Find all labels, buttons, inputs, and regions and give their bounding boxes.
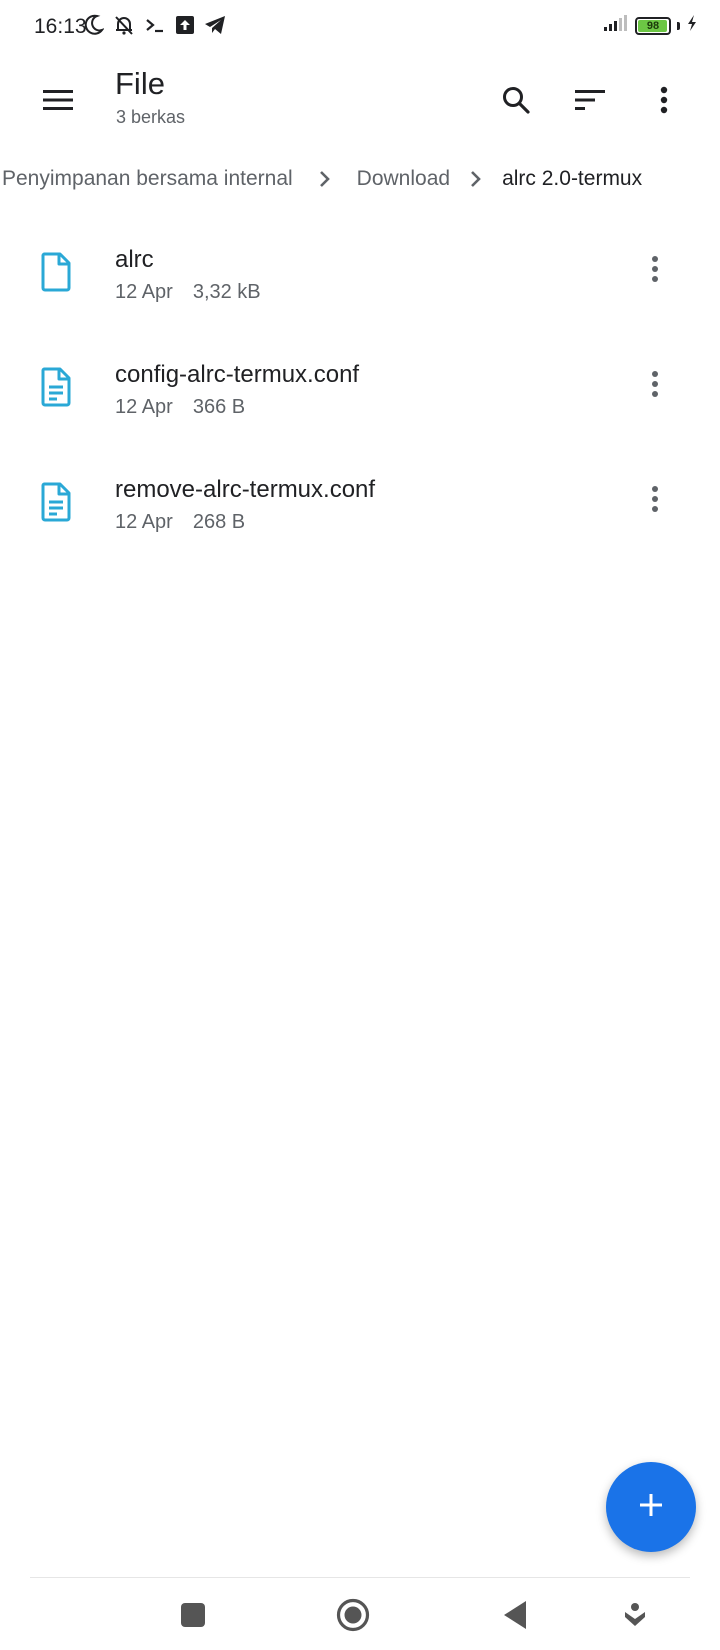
menu-button[interactable] [28, 72, 88, 132]
bell-off-icon [113, 14, 135, 41]
sort-button[interactable] [560, 72, 620, 132]
file-date: 12 Apr [115, 511, 173, 533]
more-vert-icon [651, 370, 659, 403]
breadcrumb: Penyimpanan bersama internal Download al… [0, 156, 720, 202]
search-icon [501, 85, 531, 120]
file-date: 12 Apr [115, 281, 173, 303]
back-triangle-icon [502, 1600, 528, 1635]
chevron-right-icon [295, 170, 355, 188]
file-name: alrc [115, 246, 154, 273]
file-size: 366 B [192, 396, 246, 418]
add-button[interactable] [606, 1462, 696, 1552]
item-more-button[interactable] [630, 246, 680, 296]
item-count: 3 berkas [116, 107, 186, 127]
text-file-icon [40, 482, 72, 522]
item-more-button[interactable] [630, 476, 680, 526]
sort-icon [575, 89, 605, 116]
battery-cap [677, 21, 680, 30]
home-circle-icon [336, 1598, 370, 1637]
file-meta: 12 Apr 268 B [115, 511, 245, 534]
app-bar: File 3 berkas [0, 56, 720, 156]
file-meta: 12 Apr 3,32 kB [115, 281, 261, 304]
signal-icon [603, 14, 629, 37]
chevron-right-icon [452, 170, 500, 188]
status-icons-left [84, 14, 226, 41]
status-bar: 16:13 98 [0, 0, 720, 56]
status-time: 16:13 [34, 15, 87, 38]
gesture-down-icon [623, 1602, 647, 1633]
breadcrumb-item-current[interactable]: alrc 2.0-termux [500, 167, 644, 191]
home-button[interactable] [325, 1592, 381, 1642]
file-list: alrc 12 Apr 3,32 kB config-alrc-termux.c… [0, 220, 720, 565]
more-vert-icon [651, 255, 659, 288]
upload-icon [175, 15, 195, 40]
breadcrumb-item-download[interactable]: Download [355, 167, 452, 191]
more-vert-icon [651, 485, 659, 518]
battery-icon: 98 [635, 16, 671, 35]
more-options-button[interactable] [634, 72, 694, 132]
list-item[interactable]: config-alrc-termux.conf 12 Apr 366 B [0, 335, 720, 450]
list-item[interactable]: remove-alrc-termux.conf 12 Apr 268 B [0, 450, 720, 565]
charging-icon [686, 14, 698, 37]
file-name: config-alrc-termux.conf [115, 361, 360, 388]
moon-icon [84, 14, 105, 41]
list-item[interactable]: alrc 12 Apr 3,32 kB [0, 220, 720, 335]
status-icons-right: 98 [603, 14, 698, 37]
search-button[interactable] [486, 72, 546, 132]
plus-icon [638, 1492, 664, 1523]
text-file-icon [40, 367, 72, 407]
file-size: 268 B [192, 511, 246, 533]
file-meta: 12 Apr 366 B [115, 396, 245, 419]
recents-button[interactable] [165, 1592, 221, 1642]
file-name: remove-alrc-termux.conf [115, 476, 376, 503]
telegram-icon [204, 15, 226, 40]
file-size: 3,32 kB [192, 281, 261, 303]
recents-square-icon [180, 1602, 206, 1633]
terminal-icon [144, 14, 166, 41]
file-date: 12 Apr [115, 396, 173, 418]
file-icon [40, 252, 72, 292]
item-more-button[interactable] [630, 361, 680, 411]
more-vert-icon [660, 86, 668, 119]
page-title: File [115, 66, 165, 101]
breadcrumb-item-internal-storage[interactable]: Penyimpanan bersama internal [0, 167, 295, 191]
nav-divider [30, 1577, 690, 1578]
menu-icon [43, 89, 73, 116]
battery-level: 98 [646, 19, 660, 32]
gesture-button[interactable] [607, 1592, 663, 1642]
back-button[interactable] [487, 1592, 543, 1642]
